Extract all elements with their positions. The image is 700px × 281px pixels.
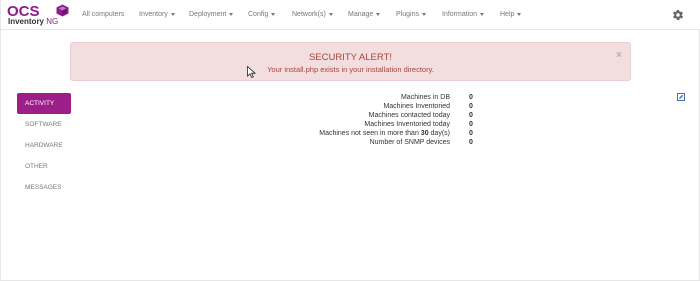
stat-row: Number of SNMP devices 0 [331,138,481,147]
stat-row: Machines contacted today 0 [331,111,481,120]
stat-label: Machines Inventoried [383,103,450,110]
close-icon[interactable]: × [616,50,622,61]
sidebar-item-messages[interactable]: MESSAGES [17,177,71,198]
nav-manage[interactable]: Manage [348,11,381,18]
stat-label: Machines contacted today [368,112,450,119]
stat-value: 0 [469,121,473,128]
nav-networks[interactable]: Network(s) [292,11,333,18]
top-navbar: OCS Inventory NG All computers Inventory… [1,0,700,30]
alert-message: Your install.php exists in your installa… [267,65,434,74]
caret-down-icon [170,12,175,16]
caret-down-icon [229,12,234,16]
nav-deployment[interactable]: Deployment [189,11,234,18]
stat-row: Machines Inventoried today 0 [331,120,481,129]
stat-label: Machines Inventoried today [364,121,450,128]
stat-value: 0 [469,139,473,146]
stat-value: 0 [469,103,473,110]
stat-row: Machines in DB 0 [331,93,481,102]
sidebar: ACTIVITY SOFTWARE HARDWARE OTHER MESSAGE… [17,93,71,198]
caret-down-icon [480,12,485,16]
caret-down-icon [517,12,522,16]
nav-inventory[interactable]: Inventory [139,11,175,18]
edit-icon[interactable] [677,93,685,101]
caret-down-icon [376,12,381,16]
nav-help[interactable]: Help [500,11,522,18]
sidebar-item-hardware[interactable]: HARDWARE [17,135,71,156]
stat-value: 0 [469,112,473,119]
sidebar-item-other[interactable]: OTHER [17,156,71,177]
gear-icon[interactable] [672,9,684,21]
security-alert: SECURITY ALERT! Your install.php exists … [70,42,631,81]
nav-information[interactable]: Information [442,11,485,18]
sidebar-item-software[interactable]: SOFTWARE [17,114,71,135]
sidebar-item-activity[interactable]: ACTIVITY [17,93,71,114]
alert-title: SECURITY ALERT! [308,52,393,63]
stat-label: Number of SNMP devices [369,139,450,146]
stat-row: Machines Inventoried 0 [331,102,481,111]
logo-text-inventory: Inventory NG [8,17,59,26]
mouse-cursor-icon [247,66,256,78]
stat-value: 0 [469,130,473,137]
caret-down-icon [421,12,426,16]
nav-config[interactable]: Config [248,11,276,18]
nav-all-computers[interactable]: All computers [82,11,124,18]
app-window: OCS Inventory NG All computers Inventory… [0,0,700,281]
ocs-logo[interactable]: OCS Inventory NG [7,2,69,28]
stat-label: Machines not seen in more than 30 day(s) [319,130,450,137]
caret-down-icon [328,12,333,16]
stat-value: 0 [469,94,473,101]
stat-row: Machines not seen in more than 30 day(s)… [319,129,481,138]
caret-down-icon [271,12,276,16]
cube-icon [56,4,69,17]
nav-plugins[interactable]: Plugins [396,11,426,18]
activity-stats: Machines in DB 0 Machines Inventoried 0 … [319,93,481,147]
stat-label: Machines in DB [400,94,450,101]
